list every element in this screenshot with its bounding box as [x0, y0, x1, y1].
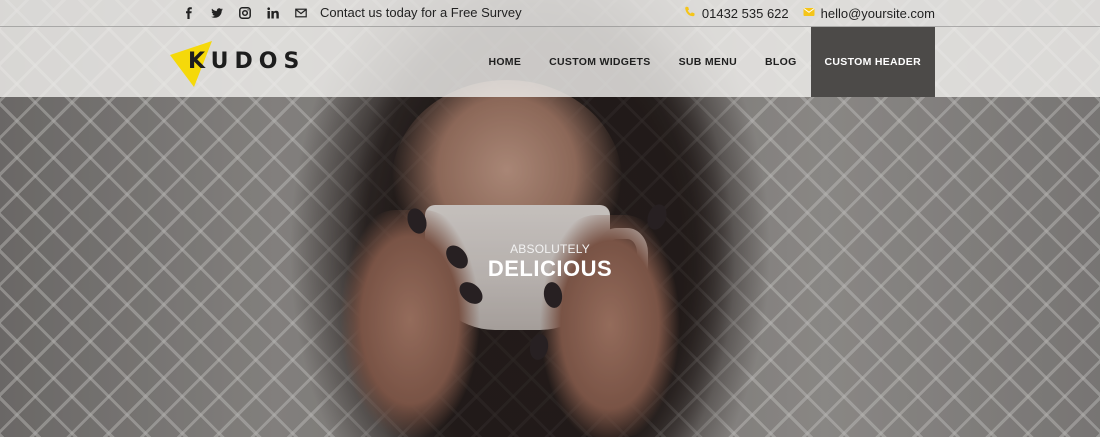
- contact-info: 01432 535 622 hello@yoursite.com: [670, 0, 935, 26]
- nav-custom-widgets[interactable]: CUSTOM WIDGETS: [535, 27, 664, 97]
- main-nav: HOME CUSTOM WIDGETS SUB MENU BLOG CUSTOM…: [474, 27, 935, 97]
- contact-tagline: Contact us today for a Free Survey: [320, 5, 522, 20]
- hero-title: DELICIOUS: [487, 256, 613, 281]
- linkedin-icon[interactable]: [259, 0, 287, 26]
- facebook-icon[interactable]: [175, 0, 203, 26]
- nav-custom-header[interactable]: CUSTOM HEADER: [810, 27, 935, 97]
- site-header: KUDOS HOME CUSTOM WIDGETS SUB MENU BLOG …: [0, 27, 1100, 97]
- envelope-icon: [803, 6, 815, 21]
- top-bar: Contact us today for a Free Survey 01432…: [0, 0, 1100, 27]
- phone-icon: [684, 6, 696, 21]
- nav-sub-menu[interactable]: SUB MENU: [665, 27, 751, 97]
- phone-contact[interactable]: 01432 535 622: [684, 6, 789, 21]
- twitter-icon[interactable]: [203, 0, 231, 26]
- social-links: [175, 0, 315, 26]
- email-contact[interactable]: hello@yoursite.com: [803, 6, 935, 21]
- hero-kicker: ABSOLUTELY: [510, 242, 590, 256]
- mail-icon[interactable]: [287, 0, 315, 26]
- phone-number: 01432 535 622: [701, 5, 789, 21]
- nav-home[interactable]: HOME: [474, 27, 535, 97]
- nav-blog[interactable]: BLOG: [751, 27, 811, 97]
- logo-text: KUDOS: [188, 49, 306, 74]
- logo[interactable]: KUDOS: [168, 37, 308, 87]
- instagram-icon[interactable]: [231, 0, 259, 26]
- email-address: hello@yoursite.com: [820, 5, 935, 21]
